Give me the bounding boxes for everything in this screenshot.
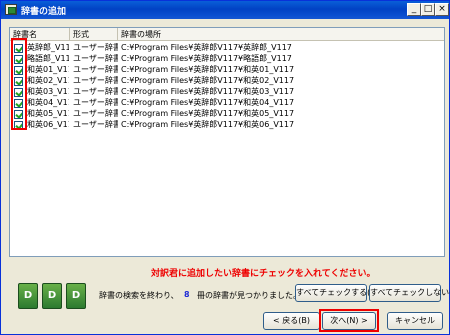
list-header: 辞書名 形式 辞書の場所 [10,28,444,41]
maximize-button[interactable]: □ [421,3,435,16]
book-icon: D [66,283,86,309]
list-row[interactable]: 和英06_V117 ユーザー辞書C:¥Program Files¥英辞郎V117¥… [10,119,444,131]
column-header-format[interactable]: 形式 [70,28,118,41]
dictionary-books-icon: D D D [18,283,88,309]
cancel-button[interactable]: キャンセル [387,312,443,330]
dialog-window: 辞書の追加 _ □ × 辞書名 形式 辞書の場所 英辞郎_V117ユーザー辞書C… [0,0,450,335]
dictionary-path: C:¥Program Files¥英辞郎V117¥和英06_V117 [121,120,295,129]
status-text-after: 冊の辞書が見つかりました。 [197,291,301,300]
check-all-button[interactable]: すべてチェックする(A) [295,284,379,302]
column-header-location[interactable]: 辞書の場所 [118,28,444,41]
book-icon: D [42,283,62,309]
window-title: 辞書の追加 [21,7,67,17]
minimize-button[interactable]: _ [407,3,421,16]
dictionary-count: 8 [184,290,190,299]
dictionary-app-icon [5,4,17,15]
back-button[interactable]: < 戻る(B) [263,312,320,330]
next-button-highlight-frame [319,309,379,332]
dictionary-list[interactable]: 辞書名 形式 辞書の場所 英辞郎_V117ユーザー辞書C:¥Program Fi… [9,27,445,257]
dictionary-name: 和英06_V117 [27,120,69,129]
status-text-before: 辞書の検索を終わり、 [99,291,179,300]
instruction-message: 対訳君に追加したい辞書にチェックを入れてください。 [151,269,376,279]
checkbox-highlight-frame [11,38,27,130]
close-button[interactable]: × [435,3,449,16]
title-bar[interactable]: 辞書の追加 _ □ × [1,1,449,19]
dictionary-format: ユーザー辞書 [73,120,118,129]
uncheck-all-button[interactable]: すべてチェックしない(U) [369,284,450,302]
book-icon: D [18,283,38,309]
